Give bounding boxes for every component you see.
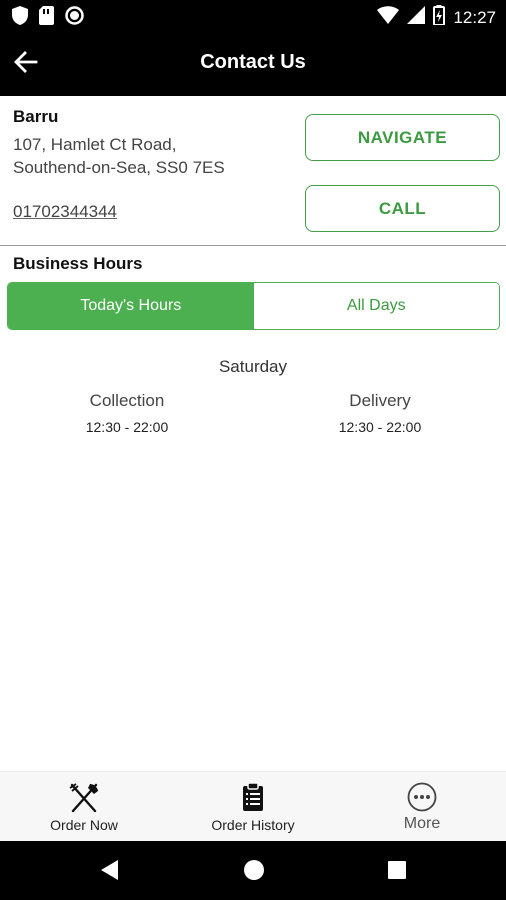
status-bar: 12:27 [0,0,506,32]
clipboard-icon [242,782,264,814]
business-hours-heading: Business Hours [13,254,143,273]
delivery-label: Delivery [349,391,411,410]
nav-order-now-label: Order Now [50,817,118,833]
tab-all-days[interactable]: All Days [253,283,499,329]
system-nav-bar [0,841,506,900]
app-bar: Contact Us [0,32,506,96]
nav-order-now[interactable]: Order Now [0,772,168,842]
bottom-nav: Order Now Order History More [0,771,506,841]
call-button[interactable]: CALL [305,185,500,232]
fork-knife-icon [68,782,100,814]
wifi-icon [377,6,400,29]
signal-icon [407,6,426,29]
recents-square-icon [387,860,407,885]
contact-section: Barru 107, Hamlet Ct Road, Southend-on-S… [0,96,506,246]
home-circle-icon [243,859,265,886]
page-title: Contact Us [200,51,306,73]
nav-more[interactable]: More [338,772,506,842]
back-triangle-icon [100,859,120,886]
nav-order-history-label: Order History [211,817,295,833]
system-back-button[interactable] [97,859,123,885]
system-home-button[interactable] [241,859,267,885]
address-line-1: 107, Hamlet Ct Road, [13,135,177,154]
system-recents-button[interactable] [384,859,410,885]
status-time: 12:27 [453,7,496,27]
hours-tab-switcher: Today's Hours All Days [7,282,500,330]
collection-time: 12:30 - 22:00 [85,419,169,435]
collection-label: Collection [89,391,165,410]
nav-more-label: More [403,815,441,832]
nav-order-history[interactable]: Order History [169,772,337,842]
more-dots-icon [407,782,437,814]
tab-todays-hours[interactable]: Today's Hours [8,283,254,329]
address-line-2: Southend-on-Sea, SS0 7ES [13,158,225,177]
day-label: Saturday [218,357,288,376]
circle-status-icon [65,6,84,30]
navigate-button[interactable]: NAVIGATE [305,114,500,161]
business-name: Barru [13,107,59,126]
battery-icon [433,5,446,30]
sim-card-icon [39,6,54,30]
delivery-time: 12:30 - 22:00 [338,419,422,435]
shield-icon [12,6,28,30]
phone-link[interactable]: 01702344344 [13,202,117,222]
